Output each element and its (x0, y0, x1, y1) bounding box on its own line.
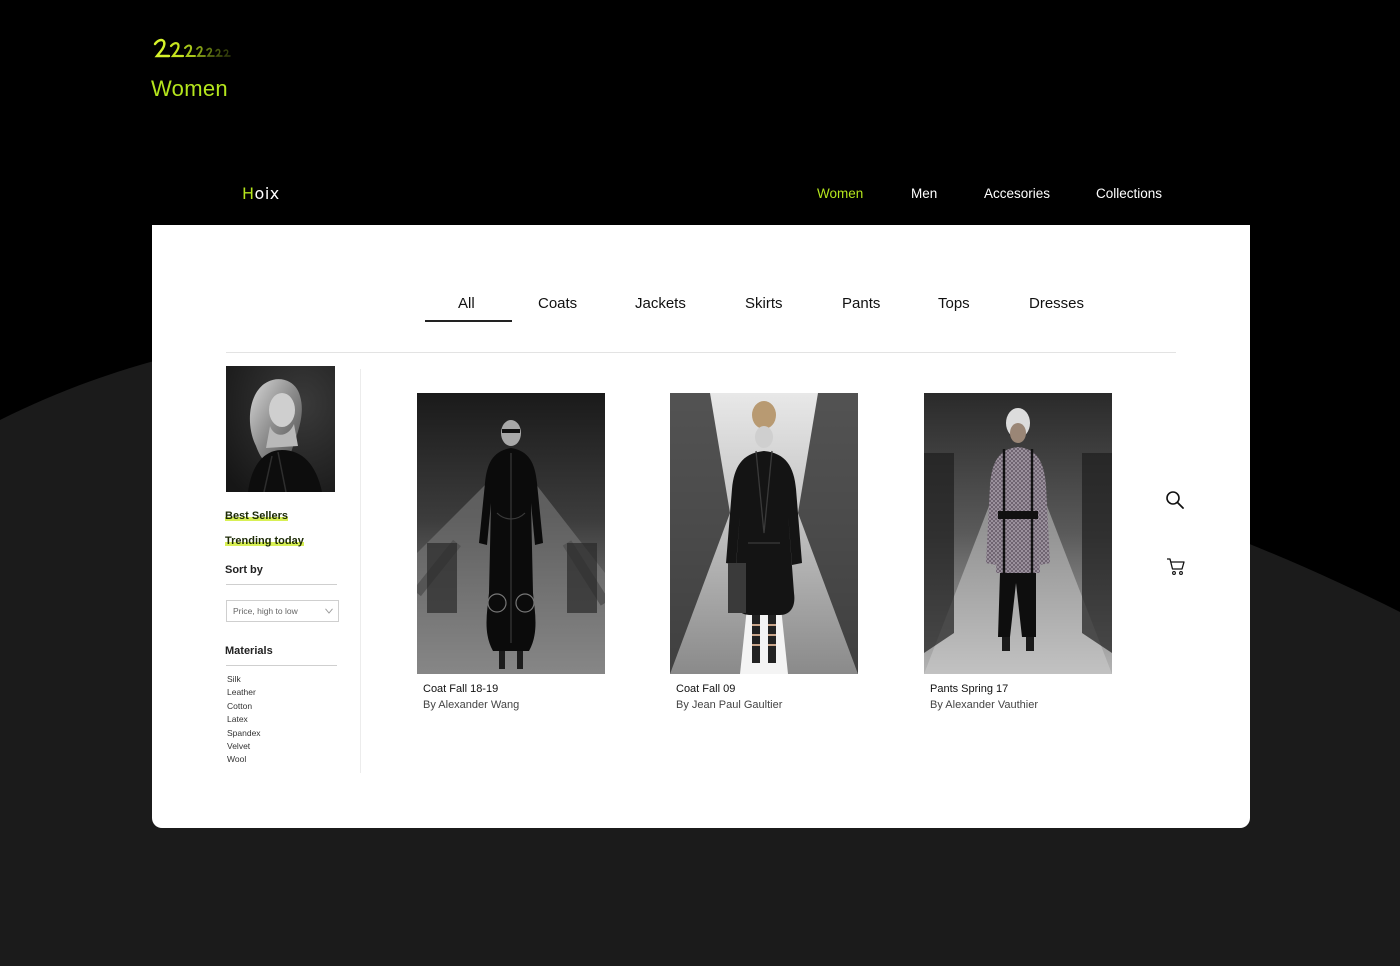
product-designer: By Alexander Wang (423, 699, 520, 711)
category-tabs: All Coats Jackets Skirts Pants Tops Dres… (152, 295, 1250, 325)
product-card[interactable]: Coat Fall 18-19 By Alexander Wang (417, 393, 607, 711)
chevron-down-icon (325, 608, 333, 614)
product-image[interactable] (924, 393, 1112, 674)
sort-select[interactable]: Price, high to low (226, 600, 339, 622)
product-designer: By Jean Paul Gaultier (676, 699, 783, 711)
product-title[interactable]: Coat Fall 09 (676, 683, 735, 695)
page-title: Women (151, 76, 228, 101)
tab-all[interactable]: All (458, 295, 475, 312)
tab-dresses[interactable]: Dresses (1029, 295, 1084, 312)
product-card[interactable]: Coat Fall 09 By Jean Paul Gaultier (670, 393, 860, 711)
tab-tops[interactable]: Tops (938, 295, 970, 312)
tab-jackets[interactable]: Jackets (635, 295, 686, 312)
nav-women[interactable]: Women (817, 186, 863, 201)
material-spandex[interactable]: Spandex (227, 727, 261, 740)
materials-label: Materials (225, 645, 273, 657)
scribble-logo-icon (153, 38, 231, 58)
trending-today-link[interactable]: Trending today (225, 535, 304, 547)
main-nav: Women Men Accesories Collections (0, 186, 1400, 206)
material-leather[interactable]: Leather (227, 686, 261, 699)
nav-men[interactable]: Men (911, 186, 937, 201)
site-logo[interactable] (152, 36, 234, 62)
catalog-card: All Coats Jackets Skirts Pants Tops Dres… (152, 225, 1250, 828)
materials-list: Silk Leather Cotton Latex Spandex Velvet… (227, 673, 261, 767)
active-tab-indicator (425, 320, 512, 322)
featured-portrait-image[interactable] (226, 366, 335, 492)
product-card[interactable]: Pants Spring 17 By Alexander Vauthier (924, 393, 1114, 711)
material-wool[interactable]: Wool (227, 753, 261, 766)
product-title[interactable]: Pants Spring 17 (930, 683, 1008, 695)
tabs-divider (226, 352, 1176, 353)
product-image[interactable] (670, 393, 858, 674)
product-designer: By Alexander Vauthier (930, 699, 1039, 711)
tab-skirts[interactable]: Skirts (745, 295, 783, 312)
sort-divider (226, 584, 337, 585)
material-latex[interactable]: Latex (227, 713, 261, 726)
product-image[interactable] (417, 393, 605, 674)
cart-icon[interactable] (1165, 555, 1187, 577)
sidebar-divider (360, 369, 361, 773)
nav-accessories[interactable]: Accesories (984, 186, 1050, 201)
tab-pants[interactable]: Pants (842, 295, 880, 312)
sort-by-label: Sort by (225, 564, 263, 576)
best-sellers-link[interactable]: Best Sellers (225, 510, 288, 522)
materials-divider (226, 665, 337, 666)
product-title[interactable]: Coat Fall 18-19 (423, 683, 498, 695)
material-cotton[interactable]: Cotton (227, 700, 261, 713)
tab-coats[interactable]: Coats (538, 295, 577, 312)
search-icon[interactable] (1164, 489, 1186, 511)
nav-collections[interactable]: Collections (1096, 186, 1162, 201)
sort-selected-value: Price, high to low (233, 606, 298, 616)
material-velvet[interactable]: Velvet (227, 740, 261, 753)
material-silk[interactable]: Silk (227, 673, 261, 686)
